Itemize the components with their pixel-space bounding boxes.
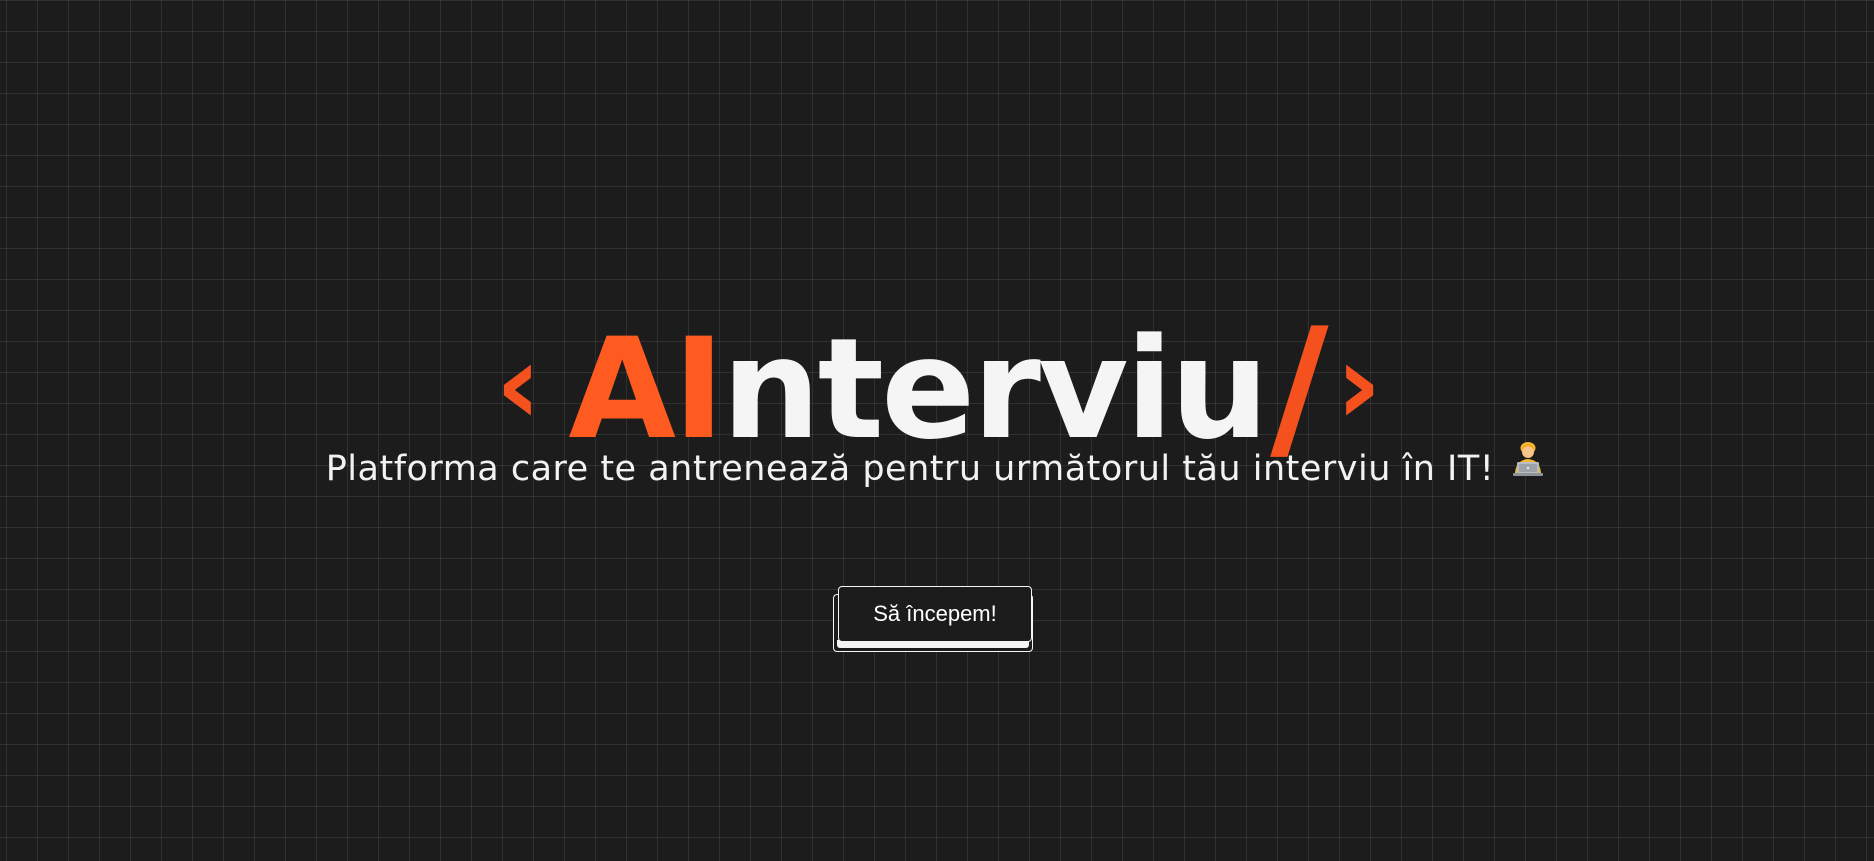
tagline-text: Platforma care te antrenează pentru urmă… — [325, 449, 1495, 489]
landing-hero: ‹ AInterviu/› Platforma care te antreneaz… — [0, 0, 1874, 861]
person-at-laptop-icon — [1508, 439, 1548, 493]
page-tagline: Platforma care te antrenează pentru urmă… — [0, 442, 1874, 497]
start-button-wrapper: Să începem! — [833, 586, 1035, 654]
start-button[interactable]: Să începem! — [838, 586, 1032, 642]
logo-close-bracket: › — [1335, 320, 1382, 451]
logo-open-bracket: ‹ — [495, 320, 541, 451]
